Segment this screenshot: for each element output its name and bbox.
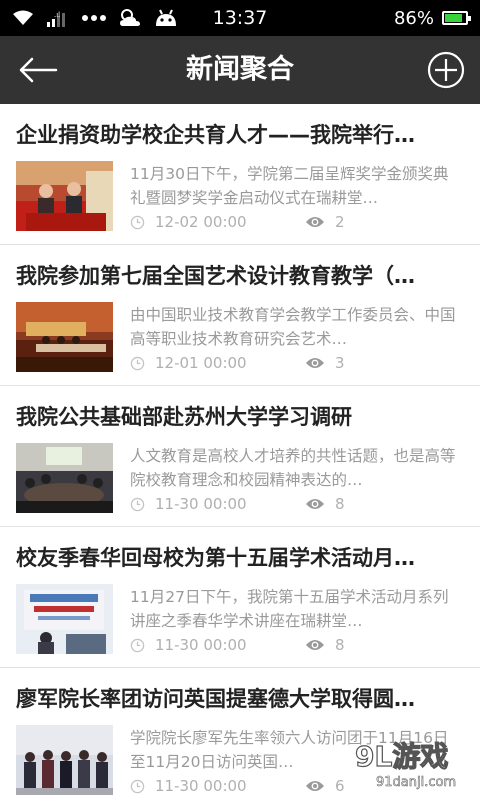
title-bar: 新闻聚合	[0, 36, 480, 104]
news-item[interactable]: 我院参加第七届全国艺术设计教育教学（… 由中国职业技术教育学会教学工作委员会、中…	[0, 245, 480, 386]
news-summary: 11月27日下午，我院第十五届学术活动月系列讲座之季春华学术讲座在瑞耕堂…	[130, 588, 449, 630]
news-views: 8	[335, 495, 345, 513]
news-views: 6	[335, 777, 345, 795]
news-title: 廖军院长率团访问英国提塞德大学取得圆…	[16, 687, 415, 711]
eye-icon	[306, 217, 324, 227]
eye-icon	[306, 640, 324, 650]
news-date: 11-30 00:00	[155, 636, 247, 654]
news-list[interactable]: 企业捐资助学校企共育人才——我院举行… 11月30日下午，学院第二届呈辉奖学金颁…	[0, 104, 480, 800]
eye-icon	[306, 781, 324, 791]
news-meta: 12-02 00:00 2	[130, 211, 345, 233]
status-right: 86%	[393, 0, 471, 36]
add-circle-icon	[427, 51, 465, 89]
news-date: 11-30 00:00	[155, 495, 247, 513]
clock-icon	[130, 638, 145, 652]
news-summary: 人文教育是高校人才培养的共性话题，也是高等院校教育理念和校园精神表达的…	[130, 447, 456, 489]
news-views: 8	[335, 636, 345, 654]
clock-icon	[130, 497, 145, 511]
news-title: 我院参加第七届全国艺术设计教育教学（…	[16, 264, 415, 288]
svg-text:9L游戏: 9L游戏	[355, 740, 448, 773]
battery-icon	[442, 11, 471, 25]
news-thumbnail	[16, 302, 113, 372]
news-item[interactable]: 我院公共基础部赴苏州大学学习调研 人文教育是高校人才培养的共性话题，也是高等院校…	[0, 386, 480, 527]
news-views: 3	[335, 354, 345, 372]
battery-level	[445, 14, 463, 22]
news-thumbnail	[16, 443, 113, 513]
news-item[interactable]: 校友季春华回母校为第十五届学术活动月… 11月27日下午，我院第十五届学术活动月…	[0, 527, 480, 668]
news-meta: 11-30 00:00 8	[130, 634, 345, 656]
svg-text:91danji.com: 91danji.com	[376, 775, 456, 790]
news-meta: 12-01 00:00 3	[130, 352, 345, 374]
clock-icon	[130, 779, 145, 793]
page-title: 新闻聚合	[186, 54, 294, 85]
news-thumbnail	[16, 584, 113, 654]
add-button[interactable]	[426, 50, 466, 90]
battery-percent: 86%	[393, 7, 434, 29]
news-summary: 11月30日下午，学院第二届呈辉奖学金颁奖典礼暨圆梦奖学金启动仪式在瑞耕堂…	[130, 165, 449, 207]
news-thumbnail	[16, 161, 113, 231]
eye-icon	[306, 358, 324, 368]
news-meta: 11-30 00:00 8	[130, 493, 345, 515]
news-date: 11-30 00:00	[155, 777, 247, 795]
news-title: 我院公共基础部赴苏州大学学习调研	[16, 405, 352, 429]
watermark-logo: 9L游戏 91danji.com	[354, 739, 456, 790]
news-views: 2	[335, 213, 345, 231]
status-bar: .ıl 13:37 86%	[0, 0, 480, 36]
news-title: 校友季春华回母校为第十五届学术活动月…	[16, 546, 415, 570]
news-date: 12-01 00:00	[155, 354, 247, 372]
news-date: 12-02 00:00	[155, 213, 247, 231]
news-meta: 11-30 00:00 6	[130, 775, 345, 797]
eye-icon	[306, 499, 324, 509]
news-thumbnail	[16, 725, 113, 795]
clock-icon	[130, 215, 145, 229]
news-summary: 由中国职业技术教育学会教学工作委员会、中国高等职业技术教育研究会艺术…	[130, 306, 456, 348]
clock-icon	[130, 356, 145, 370]
news-title: 企业捐资助学校企共育人才——我院举行…	[16, 123, 415, 147]
news-item[interactable]: 企业捐资助学校企共育人才——我院举行… 11月30日下午，学院第二届呈辉奖学金颁…	[0, 104, 480, 245]
